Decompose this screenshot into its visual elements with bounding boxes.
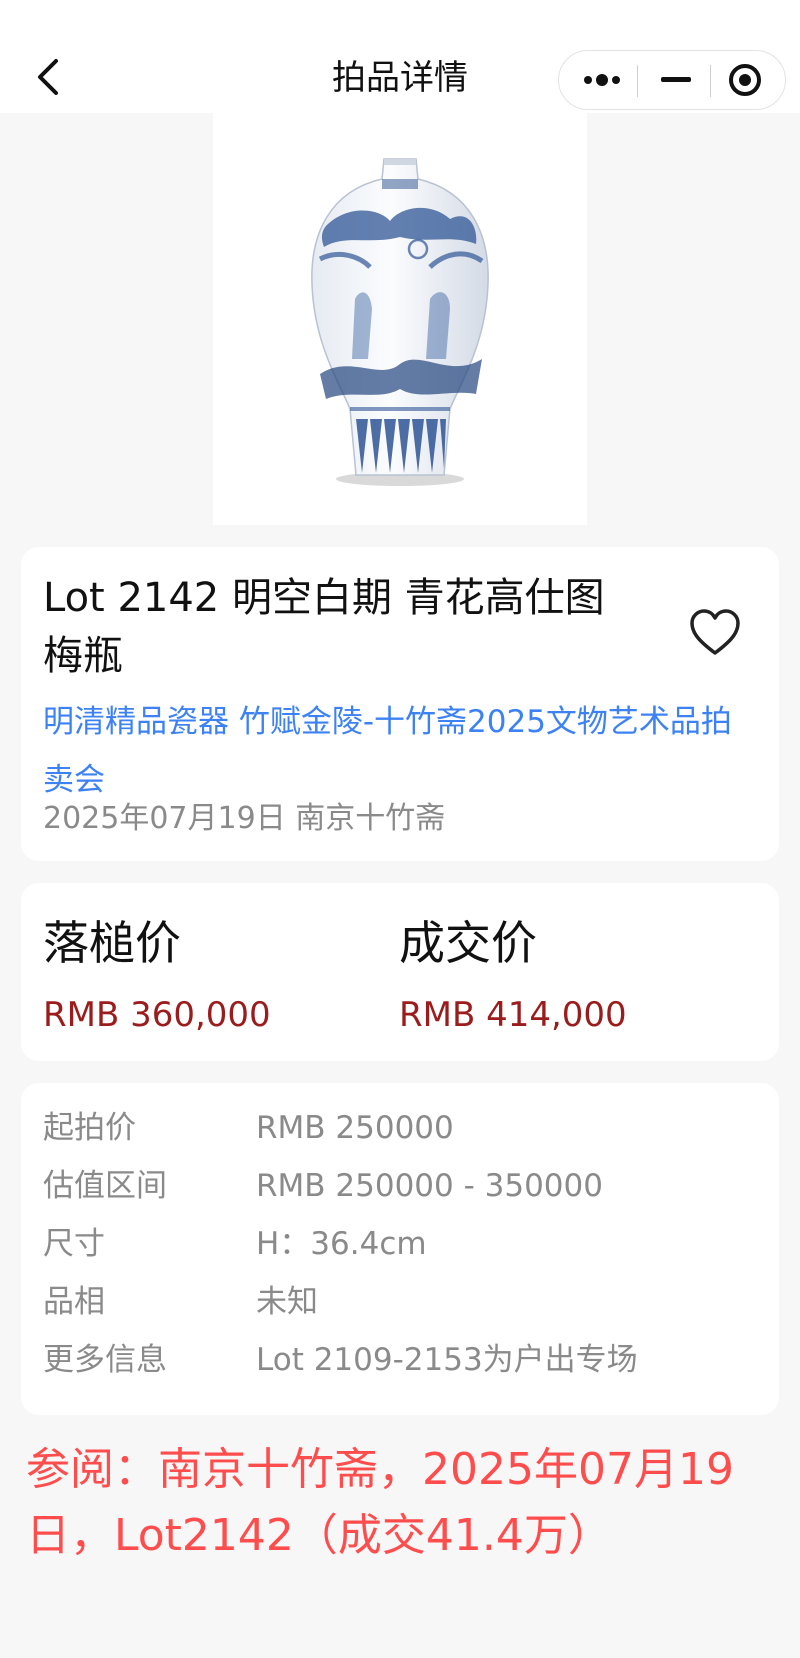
detail-row: 尺寸 H：36.4cm — [43, 1215, 763, 1273]
reference-note: 参阅：南京十竹斋，2025年07月19日，Lot2142（成交41.4万） — [26, 1444, 734, 1561]
more-dots-icon — [584, 74, 620, 86]
mini-program-capsule — [558, 50, 786, 110]
favorite-button[interactable] — [681, 599, 749, 667]
hammer-price-label: 落槌价 — [43, 916, 181, 970]
detail-row: 起拍价 RMB 250000 — [43, 1099, 763, 1157]
lot-title: Lot 2142 明空白期 青花高仕图梅瓶 — [43, 575, 605, 679]
detail-value: H：36.4cm — [256, 1226, 427, 1262]
close-button[interactable] — [713, 51, 777, 109]
minimize-button[interactable] — [641, 51, 711, 109]
detail-label: 起拍价 — [43, 1110, 136, 1146]
detail-value: Lot 2109-2153为户出专场 — [256, 1342, 638, 1378]
capsule-divider — [637, 65, 638, 97]
detail-value: 未知 — [256, 1284, 318, 1320]
close-target-icon — [729, 64, 761, 96]
top-navigation-bar: 拍品详情 — [0, 0, 800, 113]
detail-label: 品相 — [43, 1284, 105, 1320]
detail-label: 更多信息 — [43, 1342, 167, 1378]
back-arrow-icon — [38, 59, 58, 95]
back-button[interactable] — [28, 52, 68, 102]
final-price-value: RMB 414,000 — [399, 995, 627, 1035]
lot-image[interactable] — [213, 113, 587, 525]
detail-value: RMB 250000 — [256, 1110, 454, 1146]
price-card: 落槌价 RMB 360,000 成交价 RMB 414,000 — [21, 883, 779, 1061]
minimize-icon — [661, 77, 691, 82]
detail-row: 更多信息 Lot 2109-2153为户出专场 — [43, 1331, 763, 1389]
more-button[interactable] — [567, 51, 637, 109]
auction-date-house: 2025年07月19日 南京十竹斋 — [43, 801, 446, 836]
vase-illustration — [311, 158, 489, 486]
detail-value: RMB 250000 - 350000 — [256, 1168, 603, 1204]
detail-row: 品相 未知 — [43, 1273, 763, 1331]
hammer-price-value: RMB 360,000 — [43, 995, 271, 1035]
detail-label: 估值区间 — [43, 1168, 167, 1204]
auction-link[interactable]: 明清精品瓷器 竹赋金陵-十竹斋2025文物艺术品拍卖会 — [43, 693, 753, 809]
capsule-divider — [710, 65, 711, 97]
detail-row: 估值区间 RMB 250000 - 350000 — [43, 1157, 763, 1215]
heart-icon — [690, 609, 740, 655]
details-card: 起拍价 RMB 250000 估值区间 RMB 250000 - 350000 … — [21, 1083, 779, 1415]
lot-info-card: Lot 2142 明空白期 青花高仕图梅瓶 明清精品瓷器 竹赋金陵-十竹斋202… — [21, 547, 779, 861]
final-price-label: 成交价 — [399, 916, 537, 970]
detail-label: 尺寸 — [43, 1226, 105, 1262]
